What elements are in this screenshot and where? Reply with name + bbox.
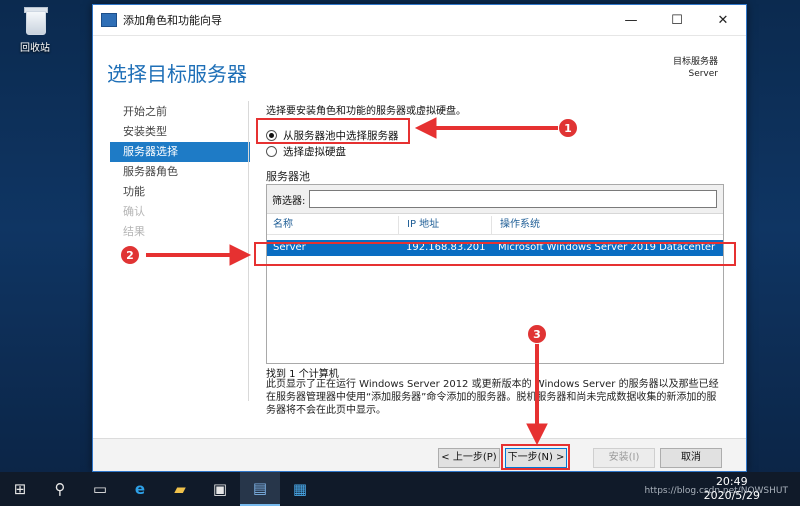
arrow-1-head bbox=[414, 117, 437, 139]
task-view-icon[interactable]: ▭ bbox=[80, 472, 120, 506]
watermark: https://blog.csdn.net/NOWSHUT bbox=[644, 486, 788, 496]
server-manager-icon[interactable]: ▤ bbox=[240, 472, 280, 506]
windows-start-icon[interactable]: ⊞ bbox=[0, 472, 40, 506]
network-icon[interactable]: ▦ bbox=[280, 472, 320, 506]
file-explorer-icon[interactable]: ▰ bbox=[160, 472, 200, 506]
arrow-2-head bbox=[229, 244, 252, 266]
annotation-badge-2: 2 bbox=[120, 245, 140, 265]
arrow-3-head bbox=[526, 423, 548, 446]
annotation-badge-1: 1 bbox=[558, 118, 578, 138]
cmd-icon[interactable]: ▣ bbox=[200, 472, 240, 506]
internet-explorer-icon[interactable]: e bbox=[120, 472, 160, 506]
search-icon[interactable]: ⚲ bbox=[40, 472, 80, 506]
annotation-badge-3: 3 bbox=[527, 324, 547, 344]
taskbar: ⊞ ⚲ ▭ e ▰ ▣ ▤ ▦ 20:49 2020/5/29 https://… bbox=[0, 472, 800, 506]
